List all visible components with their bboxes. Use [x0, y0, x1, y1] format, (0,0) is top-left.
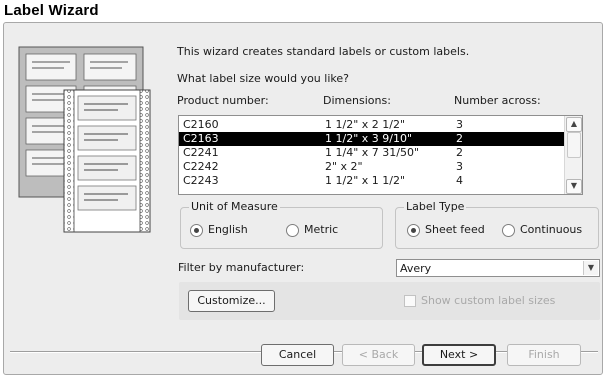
list-item[interactable]: C2241 1 1/4" x 7 31/50" 2	[179, 146, 566, 160]
english-radio[interactable]	[190, 224, 203, 237]
english-label: English	[208, 223, 248, 236]
filter-label: Filter by manufacturer:	[178, 261, 305, 274]
show-custom-label: Show custom label sizes	[421, 294, 556, 307]
back-button[interactable]: < Back	[342, 344, 415, 366]
metric-label: Metric	[304, 223, 339, 236]
column-header-across: Number across:	[454, 94, 541, 107]
label-type-group: Label Type Sheet feed Continuous	[395, 200, 599, 249]
continuous-label: Continuous	[520, 223, 583, 236]
cancel-button[interactable]: Cancel	[261, 344, 334, 366]
title-bar: Label Wizard	[0, 0, 606, 22]
customize-panel: Customize... Show custom label sizes	[179, 282, 600, 320]
continuous-radio[interactable]	[502, 224, 515, 237]
scroll-thumb[interactable]	[567, 132, 581, 158]
sheet-feed-radio[interactable]	[407, 224, 420, 237]
label-size-list[interactable]: C2160 1 1/2" x 2 1/2" 3 C2163 1 1/2" x 3…	[178, 115, 583, 195]
manufacturer-select[interactable]: Avery ▼	[396, 259, 600, 277]
column-header-product: Product number:	[177, 94, 269, 107]
up-arrow-icon[interactable]: ▲	[566, 117, 582, 132]
label-wizard-dialog: This wizard creates standard labels or c…	[3, 22, 603, 375]
sheet-feed-label: Sheet feed	[425, 223, 485, 236]
show-custom-checkbox[interactable]	[404, 295, 416, 307]
finish-button[interactable]: Finish	[507, 344, 581, 366]
question-text: What label size would you like?	[177, 72, 349, 85]
label-sheets-illustration	[18, 46, 151, 233]
next-button[interactable]: Next >	[422, 344, 496, 366]
list-scrollbar[interactable]: ▲ ▼	[564, 116, 582, 194]
unit-of-measure-label: Unit of Measure	[189, 200, 280, 213]
customize-button[interactable]: Customize...	[188, 290, 275, 312]
list-item[interactable]: C2160 1 1/2" x 2 1/2" 3	[179, 118, 566, 132]
label-type-label: Label Type	[404, 200, 467, 213]
down-arrow-icon[interactable]: ▼	[566, 179, 582, 194]
metric-radio[interactable]	[286, 224, 299, 237]
list-item-selected[interactable]: C2163 1 1/2" x 3 9/10" 2	[179, 132, 566, 146]
list-item[interactable]: C2243 1 1/2" x 1 1/2" 4	[179, 174, 566, 188]
chevron-down-icon[interactable]: ▼	[583, 261, 598, 275]
window-title: Label Wizard	[4, 2, 99, 19]
column-header-dimensions: Dimensions:	[323, 94, 391, 107]
intro-text: This wizard creates standard labels or c…	[177, 45, 470, 58]
list-item[interactable]: C2242 2" x 2" 3	[179, 160, 566, 174]
manufacturer-value: Avery	[400, 262, 432, 275]
unit-of-measure-group: Unit of Measure English Metric	[180, 200, 383, 249]
